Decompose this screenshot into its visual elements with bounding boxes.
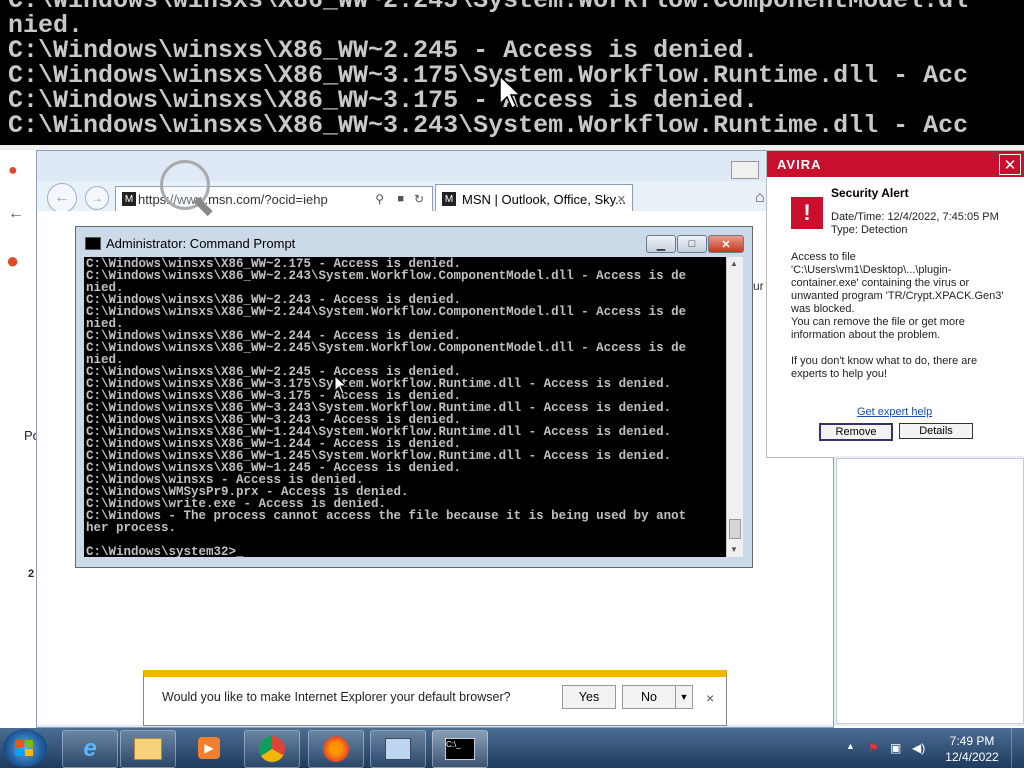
cmd-minimize-button[interactable]: ▁ bbox=[646, 235, 676, 253]
alert-message: Access to file 'C:\Users\vm1\Desktop\...… bbox=[791, 251, 1004, 315]
tab-msn[interactable]: M MSN | Outlook, Office, Sky... ✕ bbox=[435, 184, 633, 214]
firefox-icon bbox=[323, 736, 349, 762]
start-button[interactable] bbox=[3, 729, 47, 767]
mouse-cursor-icon bbox=[334, 375, 348, 395]
taskbar-ie[interactable]: e bbox=[62, 730, 118, 768]
clock[interactable]: 7:49 PM 12/4/2022 bbox=[942, 733, 1002, 765]
alert-type: Type: Detection bbox=[831, 224, 908, 236]
network-app-icon bbox=[385, 738, 411, 760]
taskbar-media-player[interactable]: ▶ bbox=[182, 730, 236, 766]
tab-title: MSN | Outlook, Office, Sky... bbox=[462, 191, 626, 207]
zoomed-console-banner: C:\Windows\winsxs\X86_WW~2.245\System.Wo… bbox=[0, 0, 1024, 145]
explorer-icon bbox=[134, 738, 162, 760]
back-arrow-icon: ← bbox=[54, 189, 70, 206]
reddit-favicon-icon[interactable]: ● bbox=[8, 162, 18, 180]
minimize-icon: ▁ bbox=[656, 238, 666, 251]
taskbar: e ▶ C:\_ ▲ ⚑ ▣ ◀) 7:49 PM 12/4/2022 bbox=[0, 728, 1024, 768]
system-tray: ▲ ⚑ ▣ ◀) 7:49 PM 12/4/2022 bbox=[840, 728, 1024, 768]
tab-close-icon[interactable]: ✕ bbox=[617, 193, 626, 206]
cmd-titlebar[interactable]: Administrator: Command Prompt ▁ □ ✕ bbox=[76, 227, 752, 257]
ie-minimize-button[interactable] bbox=[731, 161, 759, 179]
show-hidden-icons-icon[interactable]: ▲ bbox=[846, 741, 855, 751]
scroll-down-icon[interactable]: ▼ bbox=[730, 545, 738, 554]
search-icon[interactable]: ⚲ bbox=[375, 192, 384, 206]
ie-icon: e bbox=[83, 735, 97, 762]
cmd-icon: C:\_ bbox=[445, 738, 475, 760]
avira-logo: AVIRA bbox=[777, 157, 822, 172]
taskbar-network-app[interactable] bbox=[370, 730, 426, 768]
show-desktop-button[interactable] bbox=[1011, 728, 1024, 768]
options-dropdown-button[interactable]: ▼ bbox=[675, 685, 693, 709]
taskbar-explorer[interactable] bbox=[120, 730, 176, 768]
get-expert-help-link[interactable]: Get expert help bbox=[857, 406, 932, 418]
background-left-strip: ● ← ● Po 2 bbox=[0, 150, 40, 728]
back-arrow-icon[interactable]: ← bbox=[8, 205, 24, 223]
volume-icon[interactable]: ◀) bbox=[912, 741, 925, 755]
cmd-console-text: C:\Windows\winsxs\X86_WW~2.175 - Access … bbox=[86, 257, 687, 557]
default-browser-notification: Would you like to make Internet Explorer… bbox=[143, 670, 727, 726]
cmd-scrollbar[interactable]: ▲ ▼ bbox=[726, 257, 743, 557]
chrome-icon bbox=[259, 736, 285, 762]
taskbar-chrome[interactable] bbox=[244, 730, 300, 768]
taskbar-firefox[interactable] bbox=[308, 730, 364, 768]
close-icon: ✕ bbox=[721, 238, 731, 251]
action-center-flag-icon[interactable]: ⚑ bbox=[868, 741, 879, 755]
command-prompt-window: Administrator: Command Prompt ▁ □ ✕ C:\W… bbox=[75, 226, 753, 568]
msn-tab-favicon-icon: M bbox=[442, 192, 456, 206]
chevron-down-icon: ▼ bbox=[679, 692, 689, 702]
back-button[interactable]: ← bbox=[47, 183, 77, 213]
windows-logo-icon bbox=[15, 740, 33, 756]
avira-close-button[interactable]: ✕ bbox=[999, 154, 1021, 175]
zoomed-console-text: C:\Windows\winsxs\X86_WW~2.245\System.Wo… bbox=[8, 0, 969, 140]
clock-time: 7:49 PM bbox=[949, 734, 995, 748]
forward-arrow-icon: → bbox=[91, 191, 103, 205]
notification-close-icon[interactable]: × bbox=[706, 690, 714, 706]
msn-favicon-icon: M bbox=[122, 192, 136, 206]
no-button[interactable]: No bbox=[622, 685, 676, 709]
cmd-title: Administrator: Command Prompt bbox=[106, 236, 296, 251]
refresh-icon[interactable]: ↻ bbox=[414, 192, 424, 206]
reddit-logo-icon[interactable]: ● bbox=[6, 248, 19, 274]
close-icon: ✕ bbox=[1003, 156, 1017, 174]
forward-button[interactable]: → bbox=[85, 186, 109, 210]
lock-icon[interactable]: ■ bbox=[397, 193, 404, 205]
warning-icon: ! bbox=[791, 197, 823, 229]
alert-datetime: Date/Time: 12/4/2022, 7:45:05 PM bbox=[831, 211, 999, 223]
default-browser-question: Would you like to make Internet Explorer… bbox=[162, 690, 511, 704]
remove-button[interactable]: Remove bbox=[819, 423, 893, 441]
taskbar-cmd[interactable]: C:\_ bbox=[432, 730, 488, 768]
scroll-thumb[interactable] bbox=[729, 519, 741, 539]
avira-alert-window: AVIRA ✕ ! Security Alert Date/Time: 12/4… bbox=[766, 150, 1024, 458]
maximize-icon: □ bbox=[688, 238, 696, 250]
cmd-maximize-button[interactable]: □ bbox=[677, 235, 707, 253]
details-button[interactable]: Details bbox=[899, 423, 973, 439]
network-icon[interactable]: ▣ bbox=[890, 741, 901, 755]
cmd-console[interactable]: C:\Windows\winsxs\X86_WW~2.175 - Access … bbox=[84, 257, 726, 557]
home-icon[interactable]: ⌂ bbox=[755, 189, 765, 207]
scroll-up-icon[interactable]: ▲ bbox=[730, 259, 738, 268]
avira-header: AVIRA ✕ bbox=[767, 151, 1024, 177]
cmd-window-icon bbox=[85, 237, 101, 250]
clock-date: 12/4/2022 bbox=[945, 750, 999, 764]
yes-button[interactable]: Yes bbox=[562, 685, 616, 709]
cmd-close-button[interactable]: ✕ bbox=[708, 235, 744, 253]
alert-title: Security Alert bbox=[831, 186, 909, 200]
alert-remove-info: You can remove the file or get more info… bbox=[791, 316, 965, 341]
zoomed-cursor-icon bbox=[499, 74, 522, 110]
alert-help-info: If you don't know what to do, there are … bbox=[791, 355, 978, 380]
background-text-2: 2 bbox=[28, 568, 35, 580]
media-player-icon: ▶ bbox=[198, 737, 220, 759]
right-side-panel-inner bbox=[836, 458, 1024, 724]
